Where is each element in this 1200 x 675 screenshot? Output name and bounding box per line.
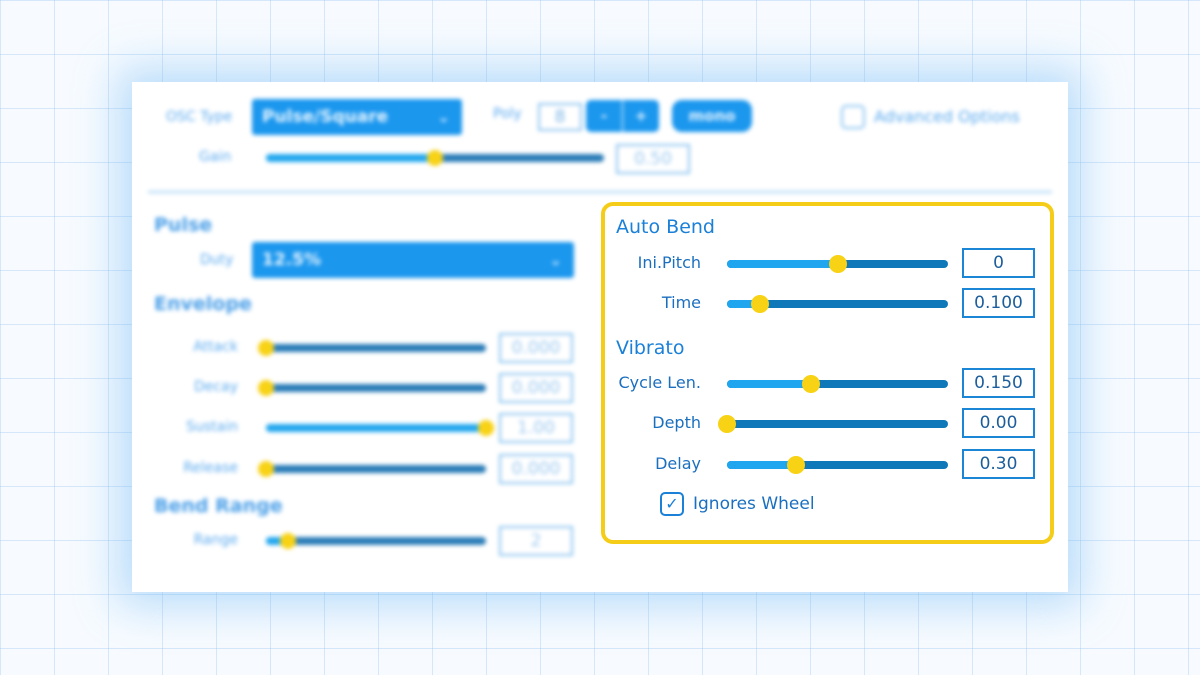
cycle-len-value[interactable]: 0.150 xyxy=(962,368,1035,398)
sustain-slider-fill xyxy=(266,424,486,432)
release-slider-knob[interactable] xyxy=(258,461,274,477)
attack-slider-knob[interactable] xyxy=(258,340,274,356)
delay-label: Delay xyxy=(655,454,701,473)
vibrato-heading: Vibrato xyxy=(616,337,685,359)
envelope-heading: Envelope xyxy=(154,293,252,315)
time-label: Time xyxy=(661,293,701,312)
ini-pitch-value[interactable]: 0 xyxy=(962,248,1035,278)
delay-slider[interactable] xyxy=(727,456,948,474)
sustain-label: Sustain xyxy=(186,419,238,435)
depth-slider-knob[interactable] xyxy=(718,415,736,433)
range-label: Range xyxy=(193,532,238,548)
gain-slider-knob[interactable] xyxy=(427,150,443,166)
ini-pitch-slider-knob[interactable] xyxy=(828,255,847,273)
ini-pitch-slider-fill xyxy=(727,260,838,268)
ini-pitch-label: Ini.Pitch xyxy=(637,253,701,272)
duty-value: 12.5% xyxy=(262,250,321,270)
osc-type-dropdown[interactable]: Pulse/Square ⌄ xyxy=(252,99,462,135)
auto-bend-vibrato-section: Auto Bend Ini.Pitch 0 Time 0.100 Vibrato Cy… xyxy=(601,202,1054,544)
bend-range-heading: Bend Range xyxy=(154,495,283,517)
attack-label: Attack xyxy=(193,339,238,355)
poly-increment-button[interactable]: + xyxy=(623,100,659,132)
divider xyxy=(148,191,1052,193)
release-label: Release xyxy=(183,460,238,476)
range-slider[interactable] xyxy=(266,533,486,549)
sustain-value[interactable]: 1.00 xyxy=(499,413,573,443)
cycle-len-slider[interactable] xyxy=(727,375,948,393)
range-value[interactable]: 2 xyxy=(499,526,573,556)
ini-pitch-slider[interactable] xyxy=(727,255,948,273)
decay-label: Decay xyxy=(194,379,238,395)
ignores-wheel-checkbox[interactable]: ✓ xyxy=(660,492,684,516)
advanced-options-checkbox[interactable] xyxy=(841,105,865,129)
cycle-len-slider-fill xyxy=(727,380,811,388)
release-slider[interactable] xyxy=(258,461,486,477)
duty-label: Duty xyxy=(200,252,234,268)
decay-slider-knob[interactable] xyxy=(258,380,274,396)
cycle-len-label: Cycle Len. xyxy=(618,373,701,392)
gain-slider[interactable] xyxy=(266,150,604,166)
auto-bend-heading: Auto Bend xyxy=(616,216,715,238)
chevron-down-icon: ⌄ xyxy=(437,108,450,126)
ignores-wheel-label: Ignores Wheel xyxy=(693,494,815,514)
time-value[interactable]: 0.100 xyxy=(962,288,1035,318)
chevron-down-icon: ⌄ xyxy=(549,251,562,269)
attack-value[interactable]: 0.000 xyxy=(499,333,573,363)
gain-slider-fill xyxy=(266,154,435,162)
duty-dropdown[interactable]: 12.5% ⌄ xyxy=(252,242,574,278)
pulse-heading: Pulse xyxy=(154,214,213,236)
attack-slider[interactable] xyxy=(258,340,486,356)
gain-value[interactable]: 0.50 xyxy=(616,144,690,174)
poly-label: Poly xyxy=(493,106,522,122)
osc-type-value: Pulse/Square xyxy=(262,107,389,127)
sustain-slider[interactable] xyxy=(266,420,494,436)
checkmark-icon: ✓ xyxy=(665,494,679,513)
depth-label: Depth xyxy=(652,413,701,432)
decay-value[interactable]: 0.000 xyxy=(499,373,573,403)
depth-slider[interactable] xyxy=(718,415,948,433)
poly-decrement-button[interactable]: - xyxy=(586,100,622,132)
delay-value[interactable]: 0.30 xyxy=(962,449,1035,479)
osc-type-label: OSC Type xyxy=(166,109,233,125)
release-value[interactable]: 0.000 xyxy=(499,454,573,484)
depth-value[interactable]: 0.00 xyxy=(962,408,1035,438)
delay-slider-fill xyxy=(727,461,796,469)
mono-button[interactable]: mono xyxy=(672,100,752,132)
cycle-len-slider-knob[interactable] xyxy=(801,375,820,393)
time-slider[interactable] xyxy=(727,295,948,313)
gain-label: Gain xyxy=(199,149,232,165)
advanced-options-label: Advanced Options xyxy=(874,107,1020,126)
poly-value[interactable]: 8 xyxy=(538,103,582,131)
decay-slider[interactable] xyxy=(258,380,486,396)
sustain-slider-knob[interactable] xyxy=(478,420,494,436)
time-slider-knob[interactable] xyxy=(751,295,770,313)
delay-slider-knob[interactable] xyxy=(786,456,805,474)
range-slider-knob[interactable] xyxy=(280,533,296,549)
